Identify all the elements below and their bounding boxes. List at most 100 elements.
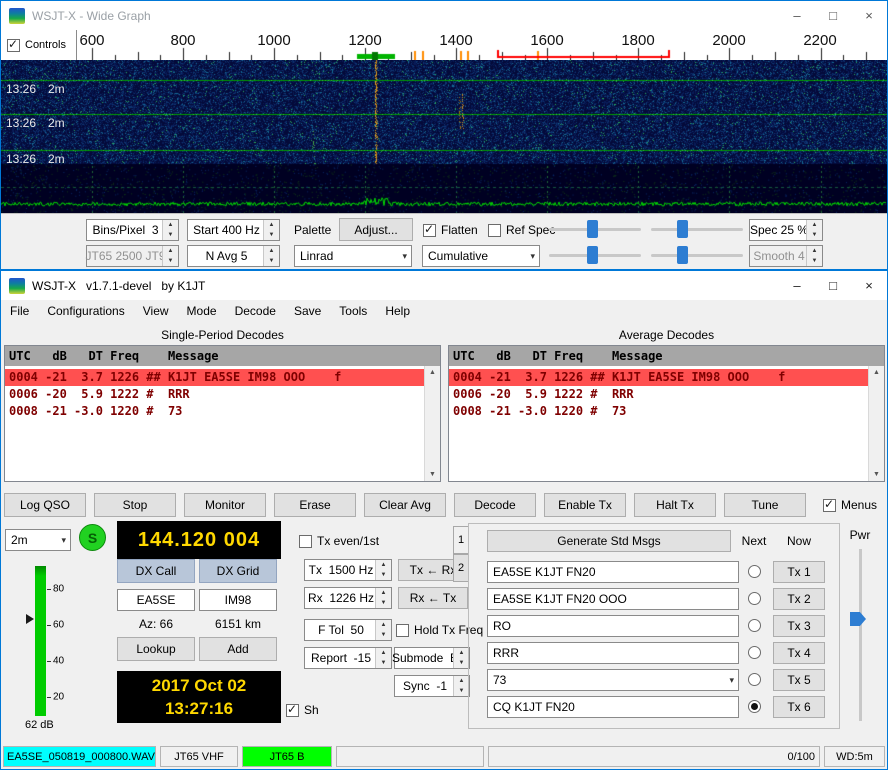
band-select[interactable]: 2m ▾ (5, 529, 71, 551)
tx-message-field-2[interactable]: EA5SE K1JT FN20 OOO (487, 588, 739, 610)
palette-select[interactable]: Linrad ▾ (294, 245, 412, 267)
clear-avg-button[interactable]: Clear Avg (364, 493, 446, 517)
bins-pixel-spinner[interactable]: Bins/Pixel 3 ▲▼ (86, 219, 179, 241)
scroll-down-icon[interactable]: ▼ (869, 468, 884, 481)
submode-spinner[interactable]: Submode B ▲▼ (394, 647, 470, 669)
tx-button-4[interactable]: Tx 4 (773, 642, 825, 664)
log-qso-button[interactable]: Log QSO (4, 493, 86, 517)
tab-1[interactable]: 1 (453, 526, 469, 554)
decode-row[interactable]: 0008 -21 -3.0 1220 # 73 (449, 403, 869, 420)
tx-button-5[interactable]: Tx 5 (773, 669, 825, 691)
menu-save[interactable]: Save (285, 300, 330, 322)
tx-select-radio-6[interactable] (748, 700, 761, 713)
decode-button[interactable]: Decode (454, 493, 536, 517)
scroll-up-icon[interactable]: ▲ (869, 366, 884, 379)
scrollbar[interactable]: ▲ ▼ (424, 366, 440, 481)
tx-button-3[interactable]: Tx 3 (773, 615, 825, 637)
add-button[interactable]: Add (199, 637, 277, 661)
pwr-slider[interactable] (859, 549, 862, 721)
n-avg-spinner[interactable]: N Avg 5 ▲▼ (187, 245, 280, 267)
decode-row[interactable]: 0004 -21 3.7 1226 ## K1JT EA5SE IM98 OOO… (5, 369, 425, 386)
generate-std-msgs-button[interactable]: Generate Std Msgs (487, 530, 731, 552)
enable-tx-button[interactable]: Enable Tx (544, 493, 626, 517)
spec-zero-slider[interactable] (651, 218, 743, 240)
spinner-arrows-icon[interactable]: ▲▼ (162, 220, 178, 240)
tx-message-field-4[interactable]: RRR (487, 642, 739, 664)
rx-from-tx-button[interactable]: Rx ← Tx (398, 587, 468, 609)
dx-call-field[interactable]: EA5SE (117, 589, 195, 611)
f-tol-spinner[interactable]: F Tol 50 ▲▼ (304, 619, 392, 641)
slider-handle[interactable] (677, 220, 688, 238)
halt-tx-button[interactable]: Halt Tx (634, 493, 716, 517)
spinner-arrows-icon[interactable]: ▲▼ (375, 560, 391, 580)
decode-row[interactable]: 0004 -21 3.7 1226 ## K1JT EA5SE IM98 OOO… (449, 369, 869, 386)
menu-file[interactable]: File (1, 300, 38, 322)
wide-graph-titlebar[interactable]: WSJT-X - Wide Graph – □ × (1, 1, 887, 30)
tx-message-field-3[interactable]: RO (487, 615, 739, 637)
maximize-button[interactable]: □ (815, 271, 851, 300)
maximize-button[interactable]: □ (815, 1, 851, 30)
slider-handle[interactable] (587, 246, 598, 264)
tx-select-radio-4[interactable] (748, 646, 761, 659)
menu-configurations[interactable]: Configurations (38, 300, 133, 322)
start-freq-spinner[interactable]: Start 400 Hz ▲▼ (187, 219, 280, 241)
minimize-button[interactable]: – (779, 271, 815, 300)
stop-button[interactable]: Stop (94, 493, 176, 517)
decode-row[interactable]: 0006 -20 5.9 1222 # RRR (449, 386, 869, 403)
tab-2[interactable]: 2 (453, 554, 469, 582)
spinner-arrows-icon[interactable]: ▲▼ (375, 620, 391, 640)
spinner-arrows-icon[interactable]: ▲▼ (263, 220, 279, 240)
tx-freq-spinner[interactable]: Tx 1500 Hz ▲▼ (304, 559, 392, 581)
decode-row[interactable]: 0008 -21 -3.0 1220 # 73 (5, 403, 425, 420)
rx-freq-spinner[interactable]: Rx 1226 Hz ▲▼ (304, 587, 392, 609)
menu-decode[interactable]: Decode (226, 300, 285, 322)
close-button[interactable]: × (851, 271, 887, 300)
tx-message-combo-5[interactable]: 73 ▾ (487, 669, 739, 691)
tx-select-radio-3[interactable] (748, 619, 761, 632)
pwr-slider-handle[interactable] (850, 612, 866, 626)
dx-grid-field[interactable]: IM98 (199, 589, 277, 611)
avg-zero-slider[interactable] (651, 244, 743, 266)
menu-mode[interactable]: Mode (178, 300, 226, 322)
sh-checkbox[interactable]: Sh (286, 699, 319, 721)
tx-even-checkbox[interactable]: Tx even/1st (299, 530, 379, 552)
decode-row[interactable]: 0006 -20 5.9 1222 # RRR (5, 386, 425, 403)
tx-select-radio-1[interactable] (748, 565, 761, 578)
adjust-button[interactable]: Adjust... (339, 218, 413, 241)
menus-checkbox[interactable]: Menus (814, 498, 886, 512)
controls-checkbox[interactable]: Controls (1, 30, 77, 60)
scrollbar[interactable]: ▲ ▼ (868, 366, 884, 481)
waterfall[interactable]: 13:26 2m 13:26 2m 13:26 2m (1, 60, 887, 213)
erase-button[interactable]: Erase (274, 493, 356, 517)
main-titlebar[interactable]: WSJT-X v1.7.1-devel by K1JT – □ × (1, 271, 887, 300)
ref-spec-checkbox[interactable]: Ref Spec (488, 219, 555, 241)
tx-message-field-6[interactable]: CQ K1JT FN20 (487, 696, 739, 718)
frequency-ruler[interactable]: 600 800 1000 1200 1400 1600 1800 2000 22… (1, 30, 887, 60)
scroll-up-icon[interactable]: ▲ (425, 366, 440, 379)
scroll-down-icon[interactable]: ▼ (425, 468, 440, 481)
spectrum-mode-select[interactable]: Cumulative ▾ (422, 245, 540, 267)
spec-percent-spinner[interactable]: Spec 25 % ▲▼ (749, 219, 823, 241)
spinner-arrows-icon[interactable]: ▲▼ (453, 648, 469, 668)
tx-select-radio-5[interactable] (748, 673, 761, 686)
menu-view[interactable]: View (134, 300, 178, 322)
tx-button-6[interactable]: Tx 6 (773, 696, 825, 718)
dx-grid-button[interactable]: DX Grid (199, 559, 277, 583)
report-spinner[interactable]: Report -15 ▲▼ (304, 647, 392, 669)
lookup-button[interactable]: Lookup (117, 637, 195, 661)
spinner-arrows-icon[interactable]: ▲▼ (263, 246, 279, 266)
menu-tools[interactable]: Tools (330, 300, 376, 322)
spinner-arrows-icon[interactable]: ▲▼ (375, 648, 391, 668)
minimize-button[interactable]: – (779, 1, 815, 30)
spinner-arrows-icon[interactable]: ▲▼ (375, 588, 391, 608)
monitor-button[interactable]: Monitor (184, 493, 266, 517)
slider-handle[interactable] (587, 220, 598, 238)
spec-gain-slider[interactable] (549, 218, 641, 240)
tx-select-radio-2[interactable] (748, 592, 761, 605)
dx-call-button[interactable]: DX Call (117, 559, 195, 583)
spinner-arrows-icon[interactable]: ▲▼ (453, 676, 469, 696)
tx-message-field-1[interactable]: EA5SE K1JT FN20 (487, 561, 739, 583)
sync-spinner[interactable]: Sync -1 ▲▼ (394, 675, 470, 697)
menu-help[interactable]: Help (376, 300, 419, 322)
slider-handle[interactable] (677, 246, 688, 264)
